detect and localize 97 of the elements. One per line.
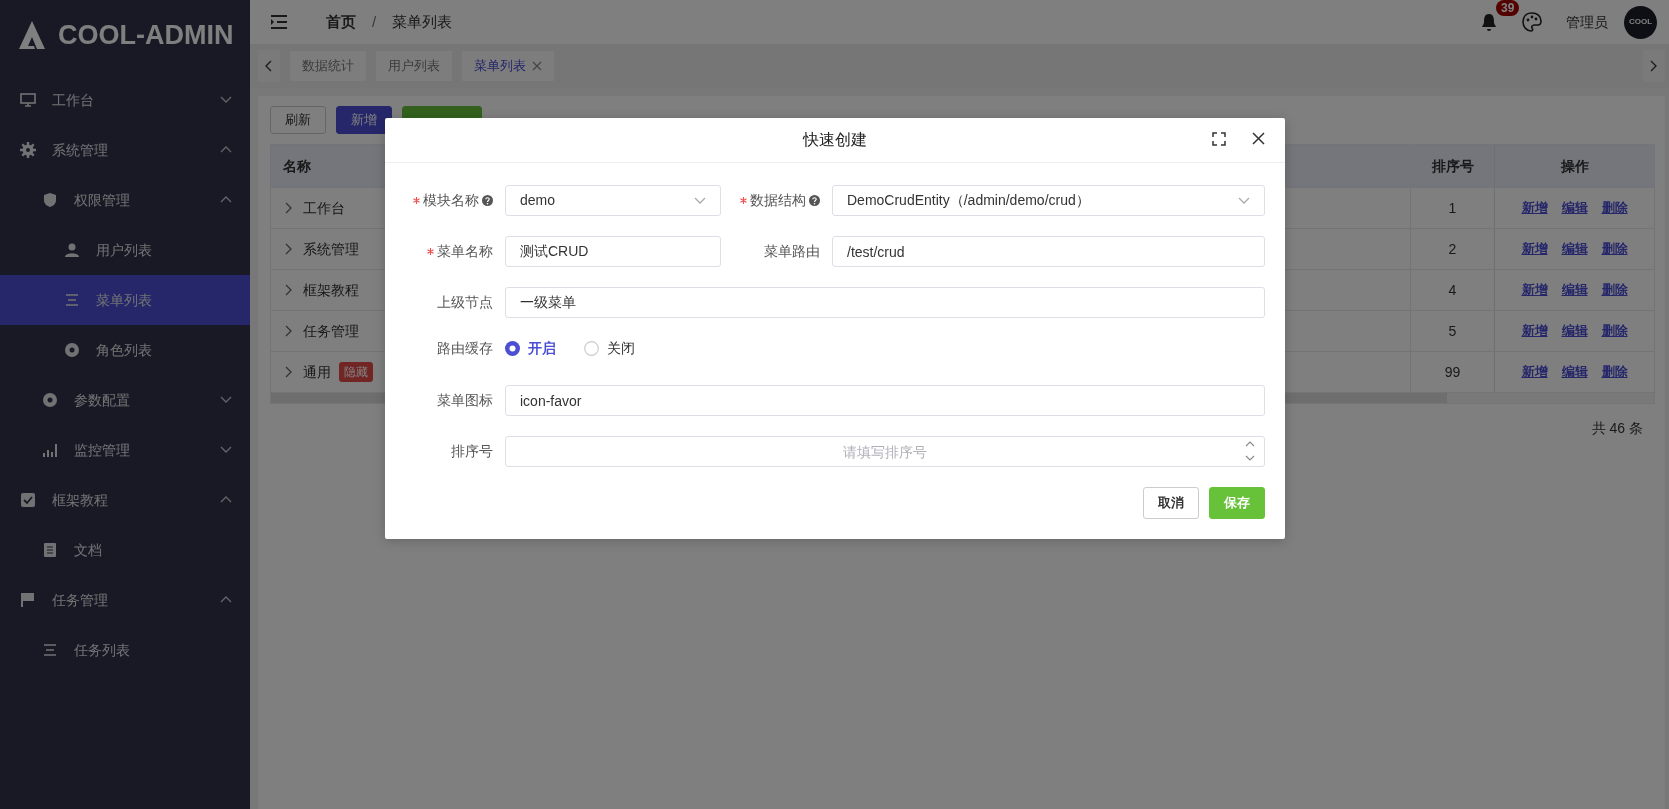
- action-link[interactable]: 编辑: [1561, 198, 1588, 218]
- menu-item[interactable]: 系统管理: [0, 125, 250, 175]
- number-field[interactable]: 请填写排序号: [505, 436, 1265, 467]
- table-cell-text: 99: [1444, 362, 1461, 382]
- input-field[interactable]: 测试CRUD: [505, 236, 721, 267]
- hidden-tag: 隐藏: [339, 362, 373, 382]
- table-cell-text: 4: [1448, 280, 1457, 300]
- action-link[interactable]: 新增: [1521, 362, 1548, 382]
- monitor-icon: [20, 92, 36, 108]
- document-icon: [42, 542, 58, 558]
- action-link[interactable]: 新增: [1521, 198, 1548, 218]
- close-icon[interactable]: [1252, 132, 1265, 145]
- breadcrumb-item: 菜单列表: [392, 11, 453, 32]
- field-label: 菜单图标: [437, 391, 493, 410]
- table-cell-text: 5: [1448, 321, 1457, 341]
- action-link[interactable]: 新增: [1521, 321, 1548, 341]
- radio-option[interactable]: 关闭: [584, 338, 635, 359]
- bell-icon[interactable]: [1480, 12, 1498, 32]
- column-header: 排序号: [1431, 156, 1474, 176]
- tab[interactable]: 菜单列表: [462, 51, 554, 81]
- field-label: 菜单路由: [764, 242, 820, 261]
- notification-badge: 39: [1496, 0, 1520, 16]
- action-link[interactable]: 编辑: [1561, 280, 1588, 300]
- input-field[interactable]: 一级菜单: [505, 287, 1265, 318]
- cancel-button[interactable]: 取消: [1143, 487, 1199, 519]
- action-link[interactable]: 删除: [1601, 280, 1628, 300]
- menu-item[interactable]: 工作台: [0, 75, 250, 125]
- radio-option[interactable]: 开启: [505, 338, 556, 359]
- scroll-left-button[interactable]: [258, 50, 280, 82]
- tab[interactable]: 数据统计: [290, 51, 366, 81]
- menu-item[interactable]: 菜单列表: [0, 275, 250, 325]
- table-cell-text: 系统管理: [303, 239, 359, 259]
- radio-icon[interactable]: [505, 341, 520, 356]
- user-avatar[interactable]: COOL: [1624, 5, 1657, 39]
- table-cell-text: 1: [1448, 198, 1457, 218]
- select-field[interactable]: demo: [505, 185, 721, 216]
- dialog-title: 快速创建: [803, 130, 867, 150]
- action-link[interactable]: 新增: [1521, 239, 1548, 259]
- input-field[interactable]: icon-favor: [505, 385, 1265, 416]
- column-header: 名称: [283, 156, 311, 176]
- action-link[interactable]: 编辑: [1561, 239, 1588, 259]
- action-link[interactable]: 新增: [1521, 280, 1548, 300]
- disc-icon: [42, 392, 58, 408]
- table-cell-text: 2: [1448, 239, 1457, 259]
- table-cell-text: 任务管理: [303, 321, 359, 341]
- user-icon: [64, 242, 80, 258]
- menu-item[interactable]: 角色列表: [0, 325, 250, 375]
- save-button[interactable]: 保存: [1209, 487, 1265, 519]
- user-name[interactable]: 管理员: [1566, 11, 1608, 33]
- field-label: 排序号: [451, 442, 493, 461]
- bar-chart-icon: [42, 442, 58, 458]
- menu-item[interactable]: 权限管理: [0, 175, 250, 225]
- breadcrumb-item[interactable]: 首页: [326, 10, 356, 34]
- action-link[interactable]: 删除: [1601, 321, 1628, 341]
- field-label: 模块名称: [423, 191, 479, 210]
- list-icon: [64, 292, 80, 308]
- action-link[interactable]: 编辑: [1561, 321, 1588, 341]
- list-icon: [42, 642, 58, 658]
- field-label: 上级节点: [437, 293, 493, 312]
- menu-item[interactable]: 任务列表: [0, 625, 250, 675]
- palette-icon[interactable]: [1522, 12, 1542, 32]
- logo-icon: [18, 20, 46, 50]
- action-link[interactable]: 删除: [1601, 362, 1628, 382]
- toolbar-button[interactable]: 新增: [336, 106, 392, 134]
- select-field[interactable]: DemoCrudEntity（/admin/demo/crud）: [832, 185, 1265, 216]
- field-label: 数据结构: [750, 191, 806, 210]
- field-label: 菜单名称: [437, 242, 493, 261]
- table-cell-text: 框架教程: [303, 280, 359, 300]
- menu-item[interactable]: 参数配置: [0, 375, 250, 425]
- menu-item[interactable]: 框架教程: [0, 475, 250, 525]
- table-cell-text: 工作台: [303, 198, 345, 218]
- flag-icon: [20, 592, 36, 608]
- column-header: 操作: [1560, 156, 1589, 176]
- action-link[interactable]: 删除: [1601, 239, 1628, 259]
- menu-item[interactable]: 文档: [0, 525, 250, 575]
- menu-icon[interactable]: [270, 14, 288, 30]
- tab[interactable]: 用户列表: [376, 51, 452, 81]
- table-cell-text: 通用: [303, 362, 331, 382]
- breadcrumb-separator: /: [372, 11, 377, 32]
- fullscreen-icon[interactable]: [1212, 132, 1226, 146]
- total-count: 共 46 条: [1591, 420, 1643, 436]
- scroll-right-button[interactable]: [1643, 50, 1665, 82]
- menu-item[interactable]: 用户列表: [0, 225, 250, 275]
- radio-icon[interactable]: [584, 341, 599, 356]
- app-logo-text: COOL-ADMIN: [58, 18, 234, 52]
- checkbox-icon: [20, 492, 36, 508]
- menu-item[interactable]: 监控管理: [0, 425, 250, 475]
- stepper-icon[interactable]: [1245, 440, 1255, 462]
- action-link[interactable]: 编辑: [1561, 362, 1588, 382]
- field-label: 路由缓存: [437, 339, 493, 358]
- gear-icon: [20, 142, 36, 158]
- disc-icon: [64, 342, 80, 358]
- shield-icon: [42, 192, 58, 208]
- action-link[interactable]: 删除: [1601, 198, 1628, 218]
- input-field[interactable]: /test/crud: [832, 236, 1265, 267]
- toolbar-button[interactable]: 刷新: [270, 106, 326, 134]
- menu-item[interactable]: 任务管理: [0, 575, 250, 625]
